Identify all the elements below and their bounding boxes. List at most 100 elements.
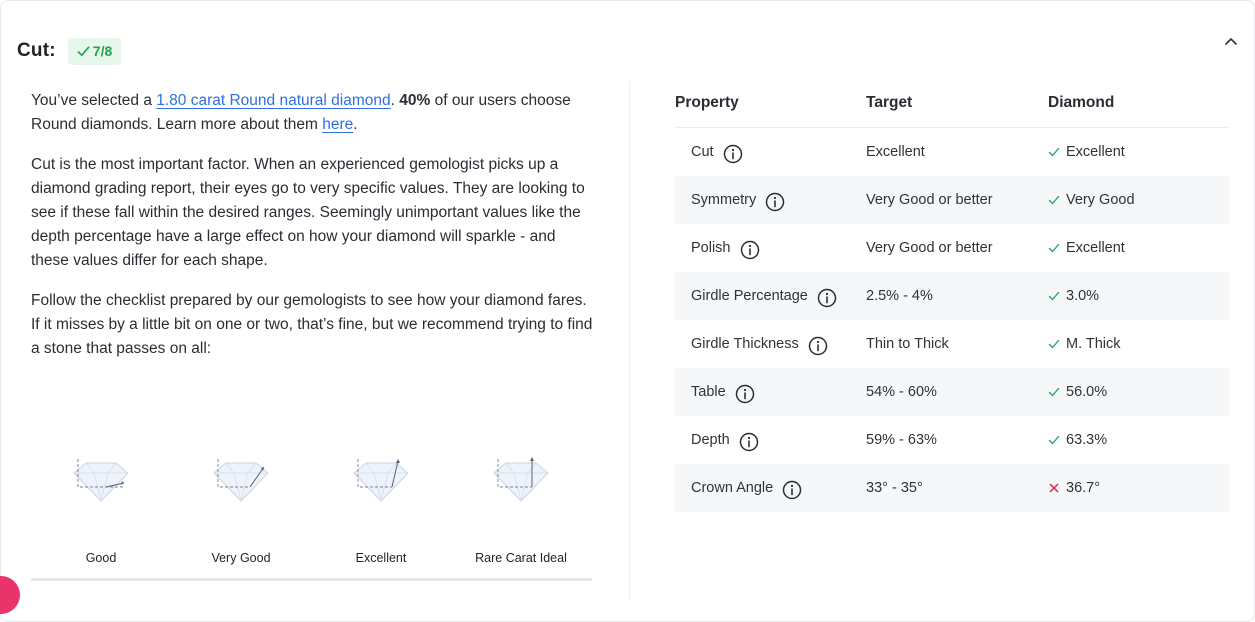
property-name: Cut [691, 144, 714, 160]
column-header-property: Property [675, 94, 739, 111]
grade-option-excellent[interactable]: Excellent [326, 453, 436, 565]
diamond-value: 56.0% [1066, 384, 1108, 400]
intro-paragraph-1: You’ve selected a 1.80 carat Round natur… [31, 89, 597, 137]
table-row: Girdle Percentage 2.5% - 4% 3.0% [675, 272, 1229, 320]
grade-label: Rare Carat Ideal [475, 551, 567, 565]
column-divider [629, 81, 630, 601]
table-row: Girdle Thickness Thin to Thick M. Thick [675, 320, 1229, 368]
info-icon[interactable] [817, 288, 837, 308]
info-icon[interactable] [739, 432, 759, 452]
intro-paragraph-3: Follow the checklist prepared by our gem… [31, 292, 593, 357]
property-name: Crown Angle [691, 480, 774, 496]
table-row: Depth 59% - 63% 63.3% [675, 416, 1229, 464]
check-icon [1048, 339, 1060, 349]
check-icon [77, 45, 90, 56]
target-cell: Very Good or better [866, 240, 993, 256]
check-icon [1048, 243, 1060, 253]
column-header-target: Target [866, 94, 913, 111]
intro-text: You’ve selected a 1.80 carat Round natur… [31, 89, 597, 377]
diamond-cell: Very Good [1048, 192, 1229, 208]
grade-option-very-good[interactable]: Very Good [186, 453, 296, 565]
chevron-up-icon[interactable] [1221, 32, 1241, 50]
intro-paragraph-2: Cut is the most important factor. When a… [31, 156, 585, 269]
check-icon [1048, 387, 1060, 397]
target-cell: 33° - 35° [866, 480, 923, 496]
table-row: Symmetry Very Good or better Very Good [675, 176, 1229, 224]
diamond-value: 3.0% [1066, 288, 1100, 304]
column-header-diamond: Diamond [1048, 94, 1115, 111]
diamond-value: M. Thick [1066, 336, 1121, 352]
property-name: Depth [691, 432, 730, 448]
info-icon[interactable] [740, 240, 760, 260]
property-cell: Crown Angle [675, 476, 866, 500]
target-cell: Excellent [866, 144, 925, 160]
info-icon[interactable] [765, 192, 785, 212]
diamond-value: 63.3% [1066, 432, 1108, 448]
target-cell: Thin to Thick [866, 336, 949, 352]
diamond-value: Very Good [1066, 192, 1135, 208]
target-cell: 59% - 63% [866, 432, 937, 448]
diamond-icon [493, 457, 549, 502]
info-icon[interactable] [735, 384, 755, 404]
grade-label: Excellent [355, 551, 407, 565]
check-icon [1048, 147, 1060, 157]
property-name: Girdle Percentage [691, 288, 808, 304]
table-header: Property Target Diamond [675, 79, 1229, 128]
check-icon [1048, 435, 1060, 445]
grade-option-rare-carat-ideal[interactable]: Rare Carat Ideal [466, 453, 576, 565]
diamond-cell: 36.7° [1048, 480, 1229, 496]
score-badge: 7/8 [67, 37, 122, 65]
info-icon[interactable] [782, 480, 802, 500]
target-cell: Very Good or better [866, 192, 993, 208]
grade-label: Good [85, 551, 117, 565]
target-cell: 54% - 60% [866, 384, 937, 400]
property-name: Table [691, 384, 726, 400]
diamond-value: Excellent [1066, 240, 1125, 256]
property-name: Girdle Thickness [691, 336, 799, 352]
diamond-cell: Excellent [1048, 144, 1229, 160]
section-header: Cut: 7/8 [17, 37, 122, 65]
check-icon [1048, 291, 1060, 301]
table-body: Cut Excellent Excellent Symmetry Very Good o… [675, 128, 1229, 512]
section-title: Cut: [17, 40, 56, 61]
diamond-cell: M. Thick [1048, 336, 1229, 352]
users-percentage: 40% [399, 92, 431, 109]
intro-text-span: . [353, 116, 358, 133]
intro-text-span: You’ve selected a [31, 92, 157, 109]
cut-checklist-table: Property Target Diamond Cut Excellent Exce… [675, 79, 1229, 512]
learn-more-link[interactable]: here [322, 116, 353, 133]
property-cell: Symmetry [675, 188, 866, 212]
cut-section-card: Cut: 7/8 You’ve selected a 1.80 carat Ro… [0, 0, 1255, 622]
property-cell: Cut [675, 140, 866, 164]
grade-scale-track[interactable] [31, 578, 592, 581]
property-name: Symmetry [691, 192, 757, 208]
grade-label: Very Good [211, 551, 271, 565]
cross-icon [1049, 483, 1059, 493]
info-icon[interactable] [808, 336, 828, 356]
table-row: Crown Angle 33° - 35° 36.7° [675, 464, 1229, 512]
grade-option-good[interactable]: Good [46, 453, 156, 565]
target-cell: 2.5% - 4% [866, 288, 933, 304]
score-text: 7/8 [92, 43, 113, 59]
cut-grade-selector: Good Very Good Excellent Rare Carat Idea… [31, 441, 591, 571]
table-row: Table 54% - 60% 56.0% [675, 368, 1229, 416]
diamond-cell: 63.3% [1048, 432, 1229, 448]
diamond-cell: 56.0% [1048, 384, 1229, 400]
property-cell: Girdle Thickness [675, 332, 866, 356]
table-row: Cut Excellent Excellent [675, 128, 1229, 176]
property-cell: Polish [675, 236, 866, 260]
diamond-icon [353, 459, 409, 502]
property-cell: Table [675, 380, 866, 404]
info-icon[interactable] [723, 144, 743, 164]
table-row: Polish Very Good or better Excellent [675, 224, 1229, 272]
diamond-icon [73, 459, 129, 502]
property-name: Polish [691, 240, 731, 256]
diamond-cell: 3.0% [1048, 288, 1229, 304]
diamond-value: Excellent [1066, 144, 1125, 160]
check-icon [1048, 195, 1060, 205]
property-cell: Girdle Percentage [675, 284, 866, 308]
diamond-link[interactable]: 1.80 carat Round natural diamond [156, 92, 390, 109]
property-cell: Depth [675, 428, 866, 452]
diamond-cell: Excellent [1048, 240, 1229, 256]
diamond-icon [213, 459, 269, 502]
